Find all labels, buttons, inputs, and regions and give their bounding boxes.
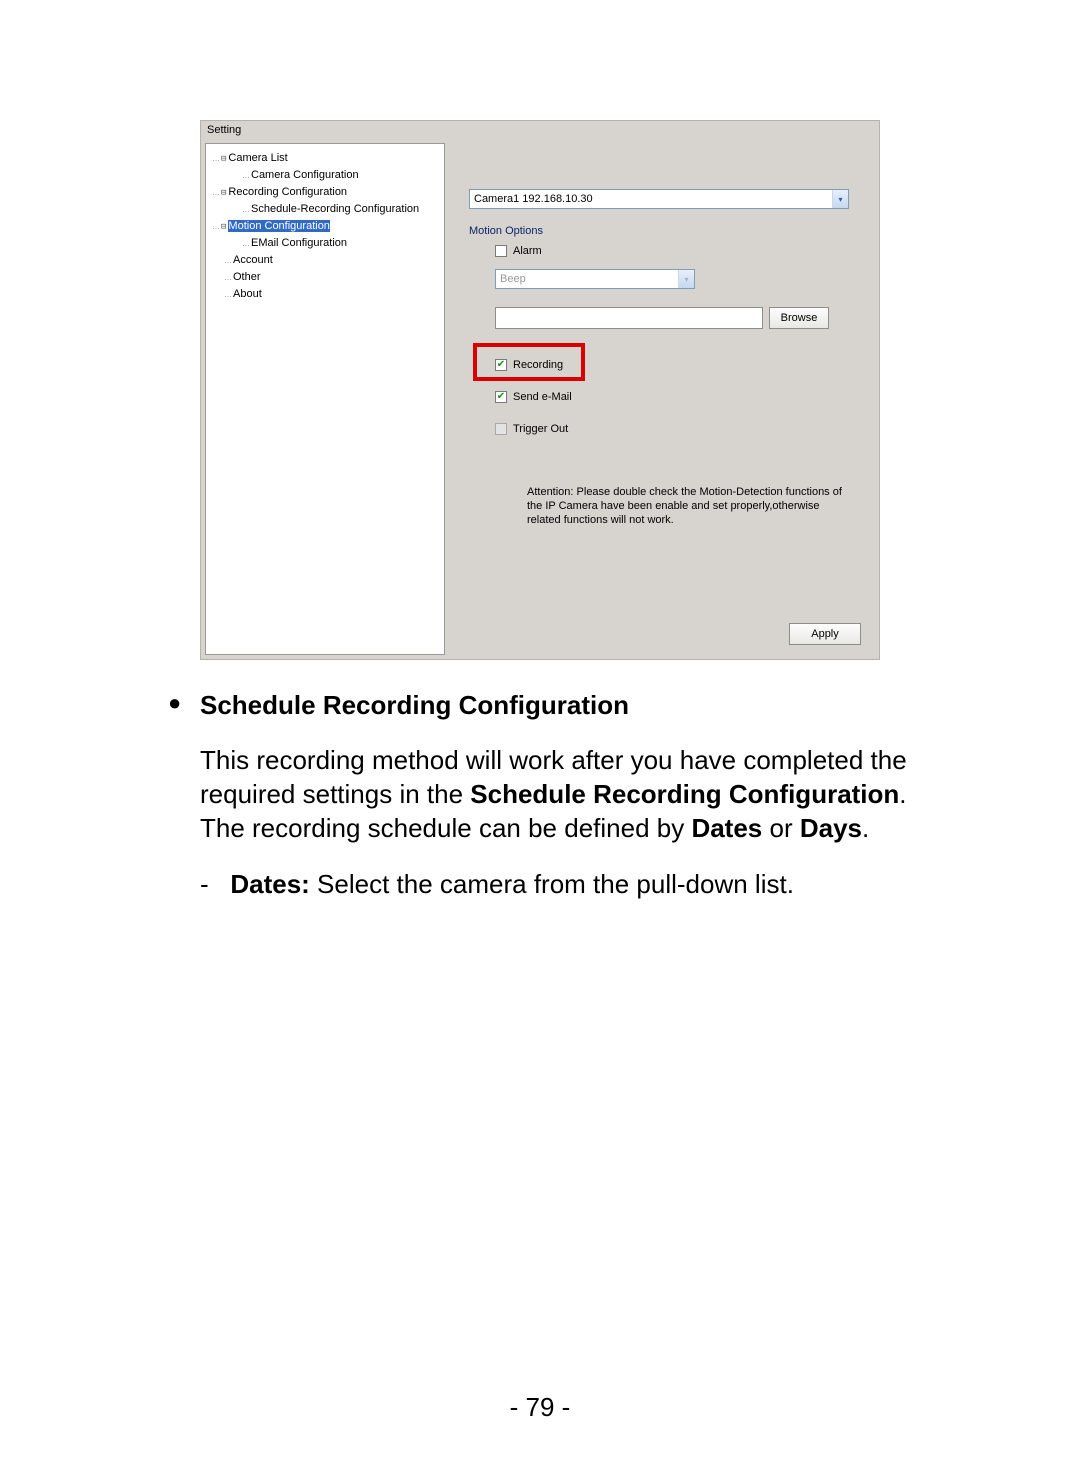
tree-item-camera-config[interactable]: Camera Configuration	[210, 167, 440, 184]
send-email-label: Send e-Mail	[513, 391, 572, 403]
alarm-sound-value: Beep	[500, 273, 678, 285]
window-body: ⊟Camera List Camera Configuration ⊟Recor…	[201, 139, 879, 659]
window-title: Setting	[201, 121, 879, 139]
collapse-icon[interactable]: ⊟	[221, 154, 226, 164]
collapse-icon[interactable]: ⊟	[221, 222, 226, 232]
alarm-label: Alarm	[513, 245, 542, 257]
chevron-down-icon[interactable]: ▾	[832, 190, 848, 208]
motion-options-label: Motion Options	[469, 225, 543, 237]
tree-item-other[interactable]: Other	[210, 269, 440, 286]
alarm-checkbox[interactable]	[495, 245, 507, 257]
settings-window: Setting ⊟Camera List Camera Configuratio…	[200, 120, 880, 660]
alarm-checkbox-row[interactable]: Alarm	[495, 245, 542, 257]
settings-tree[interactable]: ⊟Camera List Camera Configuration ⊟Recor…	[205, 143, 445, 655]
section-heading: Schedule Recording Configuration	[200, 690, 930, 721]
trigger-out-checkbox[interactable]	[495, 423, 507, 435]
chevron-down-icon[interactable]: ▾	[678, 270, 694, 288]
send-email-checkbox[interactable]	[495, 391, 507, 403]
recording-checkbox-row[interactable]: Recording	[495, 359, 563, 371]
send-email-checkbox-row[interactable]: Send e-Mail	[495, 391, 572, 403]
browse-button-label: Browse	[781, 312, 818, 324]
section-paragraph: This recording method will work after yo…	[200, 743, 930, 845]
tree-item-schedule-rec-config[interactable]: Schedule-Recording Configuration	[210, 201, 440, 218]
apply-button-label: Apply	[811, 628, 839, 640]
tree-item-email-config[interactable]: EMail Configuration	[210, 235, 440, 252]
tree-item-motion-config[interactable]: ⊟Motion Configuration	[210, 218, 440, 235]
trigger-out-checkbox-row[interactable]: Trigger Out	[495, 423, 568, 435]
browse-button[interactable]: Browse	[769, 307, 829, 329]
camera-select[interactable]: Camera1 192.168.10.30 ▾	[469, 189, 849, 209]
tree-item-camera-list[interactable]: ⊟Camera List	[210, 150, 440, 167]
recording-checkbox[interactable]	[495, 359, 507, 371]
alarm-file-field[interactable]	[495, 307, 763, 329]
tree-item-recording-config[interactable]: ⊟Recording Configuration	[210, 184, 440, 201]
collapse-icon[interactable]: ⊟	[221, 188, 226, 198]
recording-label: Recording	[513, 359, 563, 371]
alarm-sound-select[interactable]: Beep ▾	[495, 269, 695, 289]
tree-item-account[interactable]: Account	[210, 252, 440, 269]
dates-bullet: - Dates: Select the camera from the pull…	[200, 867, 930, 901]
camera-select-value: Camera1 192.168.10.30	[474, 193, 832, 205]
tree-item-about[interactable]: About	[210, 286, 440, 303]
attention-note: Attention: Please double check the Motio…	[527, 485, 847, 527]
doc-section: Schedule Recording Configuration This re…	[200, 690, 930, 901]
trigger-out-label: Trigger Out	[513, 423, 568, 435]
motion-options-panel: Camera1 192.168.10.30 ▾ Motion Options A…	[449, 143, 875, 655]
apply-button[interactable]: Apply	[789, 623, 861, 645]
page-number: - 79 -	[0, 1392, 1080, 1423]
